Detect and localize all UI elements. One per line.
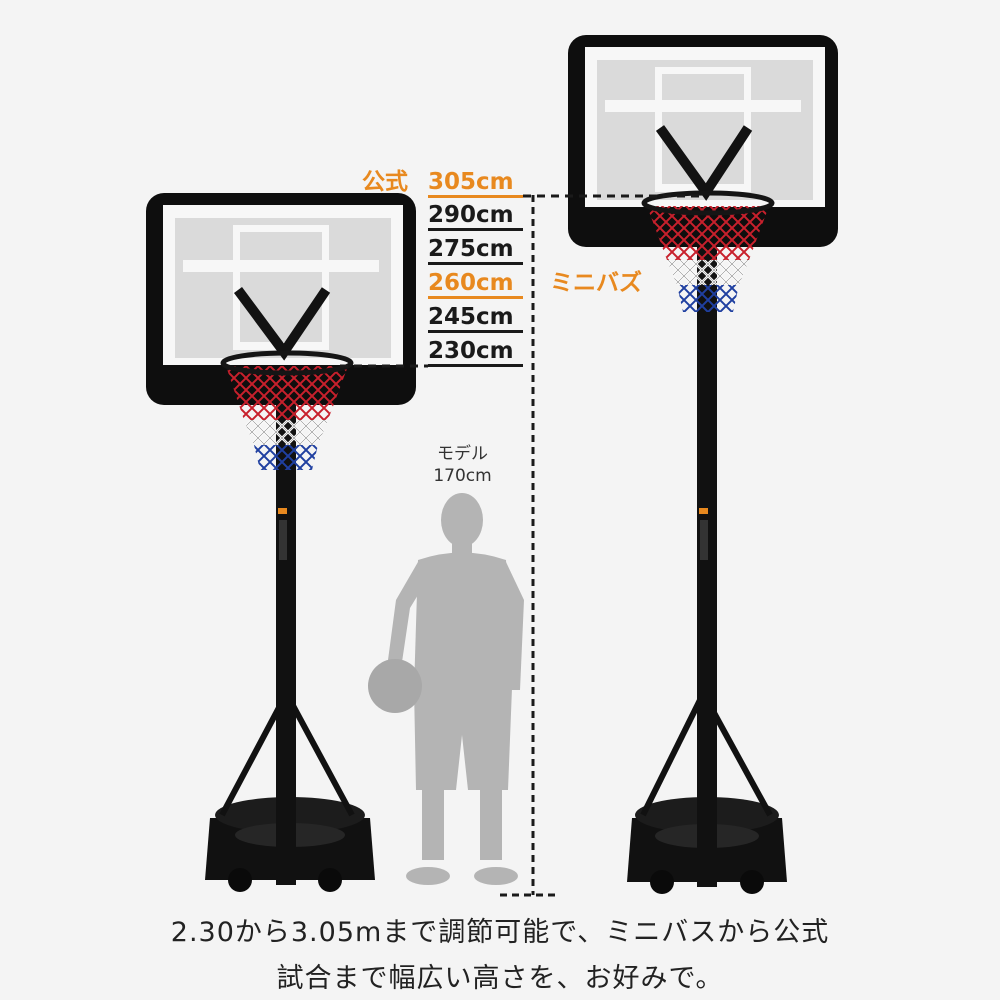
height-275-label: 275cm bbox=[428, 236, 514, 262]
height-245-label: 245cm bbox=[428, 304, 514, 330]
height-290-label: 290cm bbox=[428, 202, 514, 228]
height-290-tick bbox=[428, 228, 523, 231]
height-275-tick bbox=[428, 262, 523, 265]
height-230-label: 230cm bbox=[428, 338, 514, 364]
height-230-tick bbox=[428, 364, 523, 367]
official-label: 公式 bbox=[362, 169, 408, 195]
left-hoop bbox=[146, 193, 416, 892]
model-label: モデル 170cm bbox=[415, 443, 510, 487]
right-rim-net bbox=[641, 190, 775, 312]
left-rim-net bbox=[220, 350, 354, 470]
height-245-tick bbox=[428, 330, 523, 333]
right-hoop bbox=[568, 35, 838, 894]
caption-line-2: 試合まで幅広い高さを、お好みで。 bbox=[276, 963, 724, 994]
mini-basket-label: ミニバズ bbox=[550, 270, 642, 296]
product-illustration bbox=[146, 35, 838, 897]
caption-line-1: 2.30から3.05mまで調節可能で、ミニバスから公式 bbox=[170, 917, 830, 948]
height-305-tick bbox=[428, 195, 523, 198]
model-label-height: 170cm bbox=[433, 466, 492, 487]
left-hoop-pole bbox=[276, 400, 296, 885]
height-305-label: 305cm bbox=[428, 169, 514, 195]
height-260-label: 260cm bbox=[428, 270, 514, 296]
height-260-tick bbox=[428, 296, 523, 299]
model-label-title: モデル bbox=[437, 444, 488, 464]
model-silhouette bbox=[368, 493, 524, 885]
